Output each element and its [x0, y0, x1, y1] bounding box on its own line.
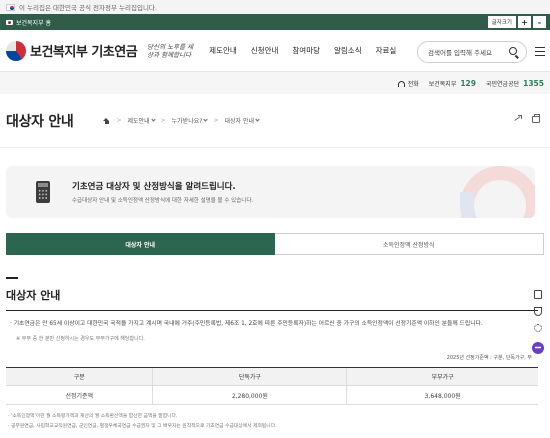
menu-icon[interactable] — [535, 47, 545, 58]
column-header: 부부가구 — [346, 367, 538, 386]
table-cell: 2,280,000원 — [152, 385, 347, 405]
column-header: 단독가구 — [152, 367, 347, 386]
calculator-icon — [36, 181, 50, 203]
hotline-bar: 전화 보건복지부 129 국민연금공단 1355 — [0, 72, 550, 94]
breadcrumb: > 제도안내 > 누가받나요? > 대상자 안내 — [103, 116, 260, 125]
phone-contact[interactable]: 전화 — [397, 79, 419, 88]
nav-item-apply[interactable]: 신청안내 — [251, 45, 279, 56]
taegeuk-logo-icon[interactable] — [6, 40, 26, 61]
chevron-down-icon — [150, 117, 156, 122]
footnote: 공무원연금, 사립학교교직원연금, 군인연금, 별정우체국연금 수급권자 및 그… — [8, 422, 550, 432]
main-nav: 제도안내 신청안내 참여마당 알림소식 자료실 — [209, 45, 396, 56]
search-placeholder: 검색어를 입력해 주세요 — [428, 49, 492, 57]
font-increase-button[interactable]: + — [518, 16, 531, 28]
page-tools — [514, 114, 540, 123]
chevron-down-icon — [255, 117, 260, 122]
breadcrumb-label: 누가받나요? — [171, 118, 203, 125]
gov-official-banner: 이 누리집은 대한민국 공식 전자정부 누리집입니다. — [0, 0, 550, 14]
print-icon[interactable] — [532, 114, 540, 123]
font-decrease-button[interactable]: - — [533, 16, 546, 28]
content-tabs: 대상자 안내 소득인정액 산정방식 — [6, 233, 544, 255]
home-icon[interactable] — [103, 117, 110, 124]
mohw-home-label: 보건복지부 홈 — [16, 19, 52, 27]
intro-subtitle: 수급대상자 안내 및 소득인정액 산정방식에 대한 자세한 설명을 볼 수 있습… — [72, 198, 254, 204]
phone-label: 전화 — [407, 80, 419, 88]
intro-title: 기초연금 대상자 및 산정방식을 알려드립니다. — [72, 182, 236, 192]
hotline-mohw-label: 보건복지부 — [428, 80, 457, 88]
intro-text: 기초연금 대상자 및 산정방식을 알려드립니다. 수급대상자 안내 및 소득인정… — [72, 180, 253, 204]
hotline-mohw-number: 129 — [460, 78, 476, 88]
search-input[interactable]: 검색어를 입력해 주세요 — [417, 41, 527, 63]
font-size-controls: 글자크기 + - — [487, 16, 546, 28]
book-icon[interactable] — [534, 290, 542, 299]
column-header: 구분 — [6, 367, 153, 386]
eligibility-description: 기초연금은 만 65세 이상이고 대한민국 국적을 가지고 계시며 국내에 거주… — [10, 320, 550, 328]
footnote: '소득인정액'이란 월 소득평가액과 재산의 월 소득환산액을 합산한 금액을 … — [8, 412, 550, 422]
breadcrumb-label: 대상자 안내 — [224, 118, 254, 125]
breadcrumb-separator: > — [160, 117, 166, 124]
table-cell: 3,648,000원 — [346, 385, 538, 405]
nav-item-participate[interactable]: 참여마당 — [292, 45, 320, 56]
section-title: 대상자 안내 — [6, 289, 61, 302]
taegeuk-watermark-icon — [460, 166, 535, 218]
eligibility-note: 부부 중 한 분만 신청하시는 경우도 부부가구에 해당합니다. — [16, 335, 550, 342]
hotline-nps-label: 국민연금공단 — [486, 80, 520, 88]
nav-item-news[interactable]: 알림소식 — [334, 45, 362, 56]
chatbot-icon[interactable] — [532, 342, 544, 354]
table-cell: 선정기준액 — [6, 385, 153, 405]
site-header: 보건복지부 기초연금 당신의 노후를 세상과 함께합니다 제도안내 신청안내 참… — [0, 30, 550, 72]
tab-income-calculation[interactable]: 소득인정액 산정방식 — [274, 233, 544, 255]
flag-icon — [6, 19, 13, 25]
nav-item-archive[interactable]: 자료실 — [376, 45, 397, 56]
breadcrumb-separator: > — [213, 117, 219, 124]
hotline-mohw: 보건복지부 129 — [429, 79, 476, 88]
breadcrumb-label: 제도안내 — [127, 118, 150, 125]
hotline-nps: 국민연금공단 1355 — [486, 79, 544, 88]
font-size-label: 글자크기 — [487, 16, 516, 28]
section-accent — [6, 277, 18, 279]
shield-icon[interactable] — [534, 307, 542, 316]
table-header-row: 구분 단독가구 부부가구 — [6, 367, 538, 386]
search-icon[interactable] — [509, 47, 517, 55]
gear-icon[interactable] — [534, 324, 542, 332]
breadcrumb-item[interactable]: 제도안내 — [127, 116, 156, 125]
chevron-down-icon — [203, 117, 209, 122]
floating-toolbar — [531, 290, 545, 354]
breadcrumb-item[interactable]: 누가받나요? — [171, 116, 209, 125]
site-logo[interactable]: 보건복지부 기초연금 — [30, 41, 138, 60]
breadcrumb-item[interactable]: 대상자 안내 — [224, 116, 260, 125]
table-unit-note: 2025년 선정기준액 : 구분, 단독가구, 부 — [446, 355, 532, 361]
page-header: 대상자 안내 > 제도안내 > 누가받나요? > 대상자 안내 — [0, 94, 550, 148]
korea-flag-icon — [6, 3, 15, 11]
footnotes: '소득인정액'이란 월 소득평가액과 재산의 월 소득환산액을 합산한 금액을 … — [8, 412, 550, 432]
selection-criteria-table: 구분 단독가구 부부가구 선정기준액 2,280,000원 3,648,000원 — [6, 367, 538, 405]
slogan: 당신의 노후를 세상과 함께합니다 — [147, 42, 194, 59]
hotline-nps-number: 1355 — [523, 78, 544, 88]
gov-banner-text: 이 누리집은 대한민국 공식 전자정부 누리집입니다. — [19, 4, 157, 12]
intro-banner: 기초연금 대상자 및 산정방식을 알려드립니다. 수급대상자 안내 및 소득인정… — [6, 166, 535, 218]
breadcrumb-separator: > — [116, 117, 122, 124]
table-row: 선정기준액 2,280,000원 3,648,000원 — [6, 385, 538, 405]
section-divider — [6, 310, 538, 311]
page-title: 대상자 안내 — [6, 113, 74, 130]
headset-icon — [397, 81, 405, 87]
mohw-home-link[interactable]: 보건복지부 홈 — [6, 18, 51, 27]
nav-item-system[interactable]: 제도안내 — [209, 45, 237, 56]
tab-eligibility[interactable]: 대상자 안내 — [6, 233, 275, 255]
top-utility-bar: 보건복지부 홈 글자크기 + - — [0, 14, 550, 30]
share-icon[interactable] — [514, 115, 522, 123]
